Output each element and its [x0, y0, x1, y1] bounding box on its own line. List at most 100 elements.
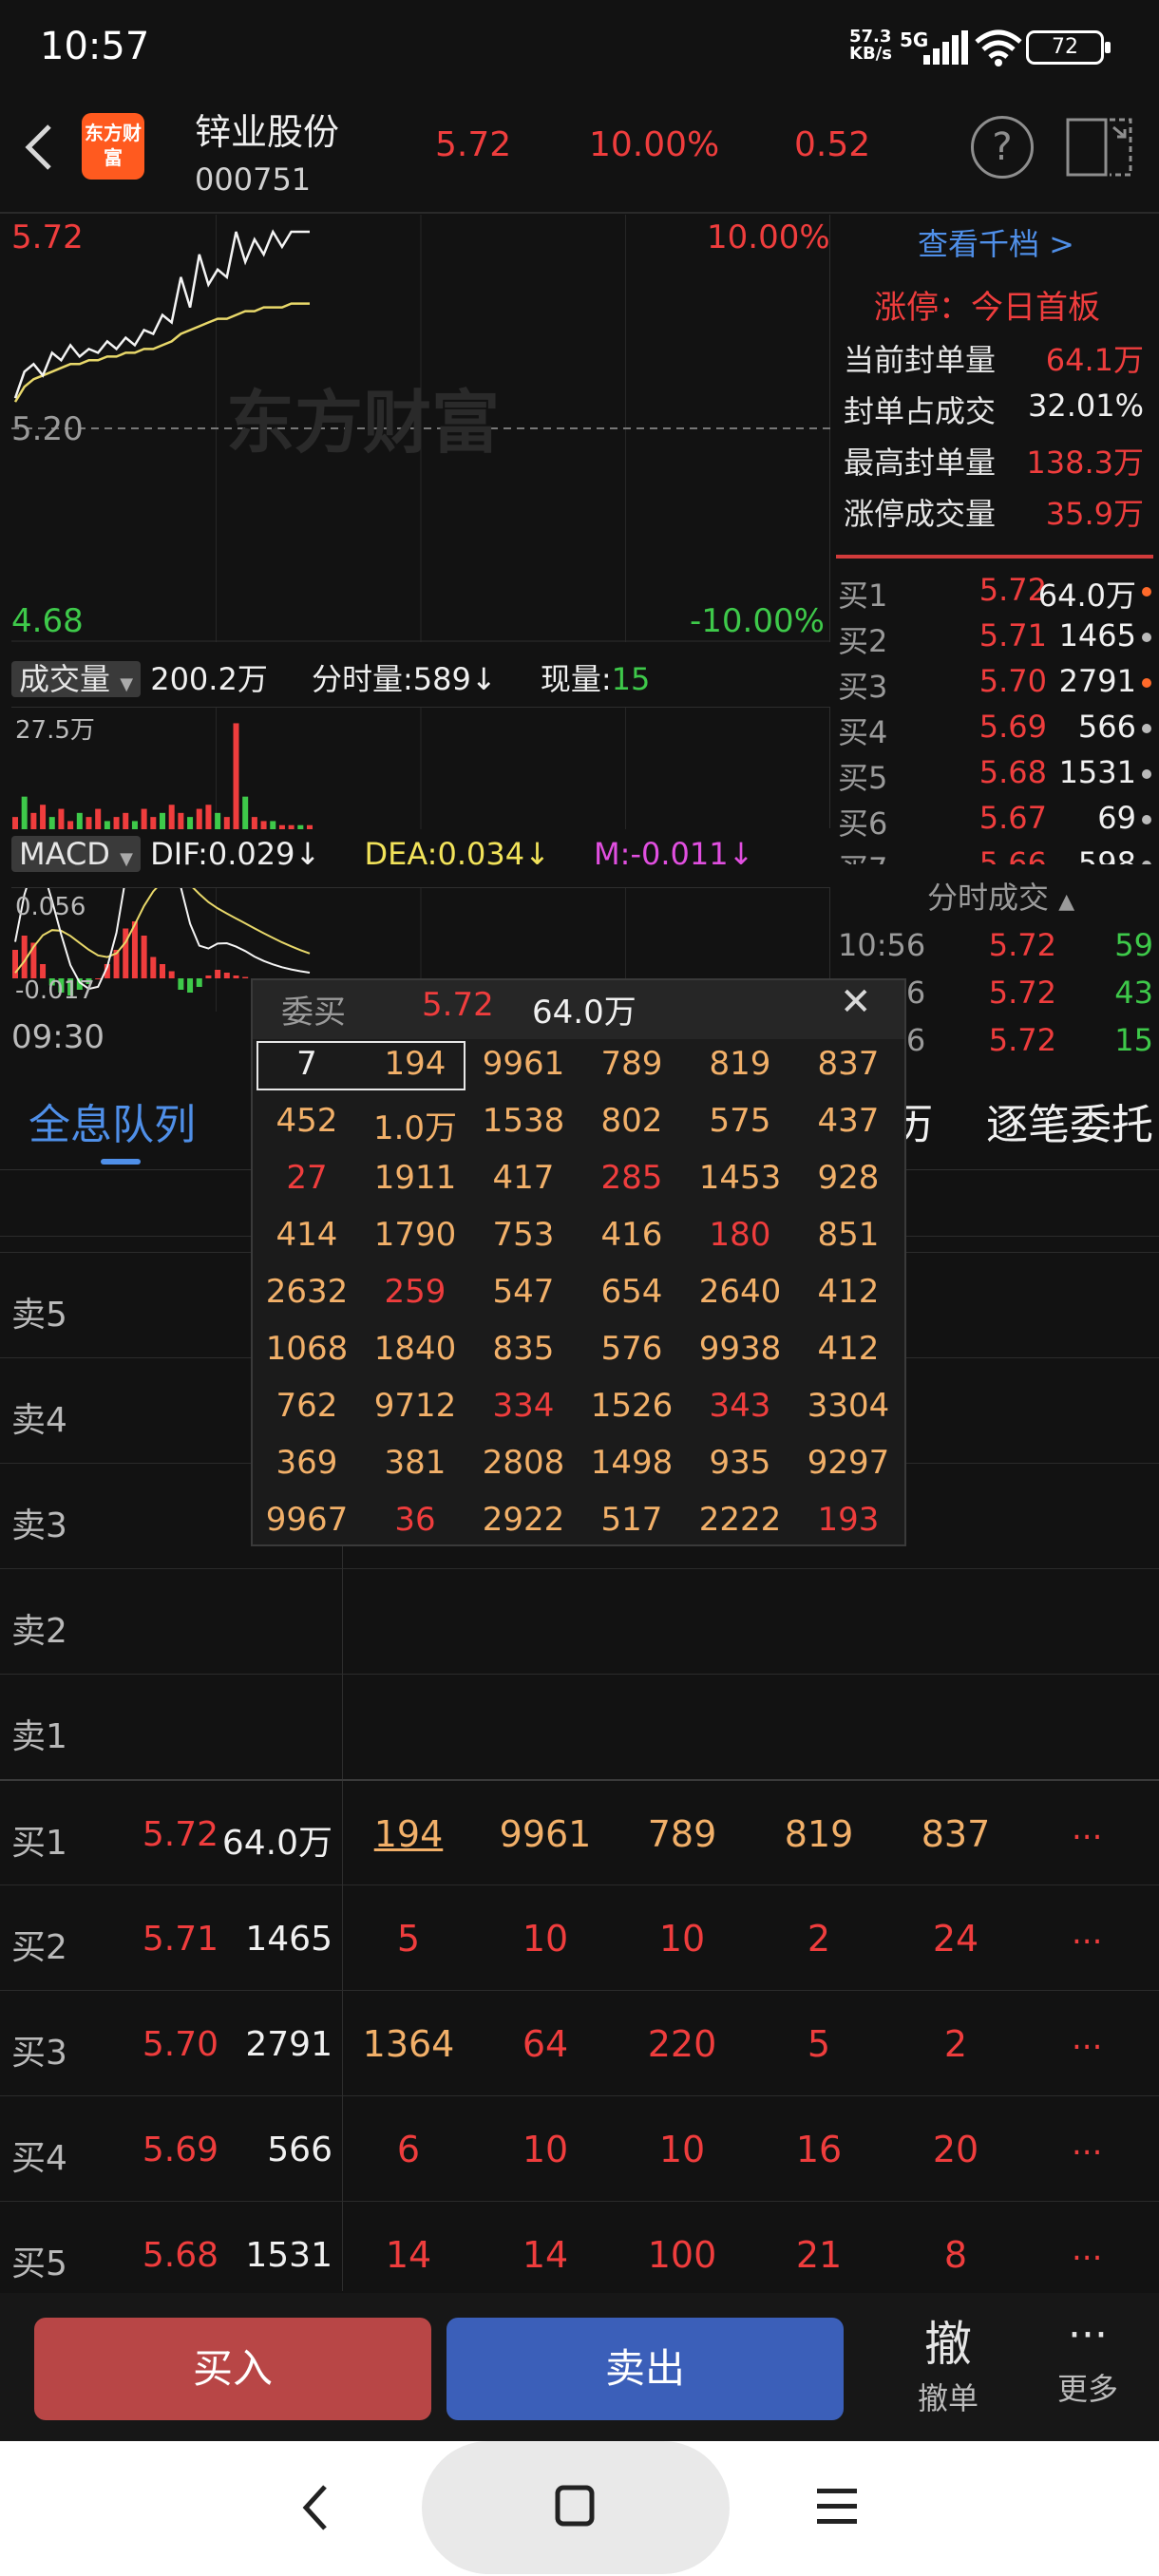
- more-dots[interactable]: ...: [1072, 1809, 1102, 1847]
- nav-menu-icon[interactable]: [815, 2487, 859, 2527]
- popup-queue-cell[interactable]: 1.0万: [361, 1102, 469, 1148]
- buy-row[interactable]: 买1 5.72 64.0万 194 9961 789 819 837...: [0, 1779, 1159, 1885]
- nav-back-icon[interactable]: [296, 2481, 334, 2534]
- queue-cell[interactable]: 2: [762, 1918, 876, 1960]
- volume-selector[interactable]: 成交量 ▼: [11, 661, 142, 697]
- view-thousand-levels-link[interactable]: 查看千档 >: [918, 220, 1074, 264]
- popup-queue-cell[interactable]: 753: [469, 1216, 578, 1254]
- popup-queue-cell[interactable]: 180: [686, 1216, 794, 1254]
- popup-queue-cell[interactable]: 343: [686, 1387, 794, 1425]
- popup-queue-cell[interactable]: 381: [361, 1444, 469, 1482]
- popup-queue-cell[interactable]: 417: [469, 1159, 578, 1197]
- popup-queue-cell[interactable]: 835: [469, 1330, 578, 1368]
- back-arrow-icon[interactable]: [19, 119, 57, 176]
- queue-cell[interactable]: 16: [762, 2129, 876, 2170]
- popup-queue-cell[interactable]: 412: [794, 1330, 902, 1368]
- tab-full-queue[interactable]: 全息队列: [28, 1090, 196, 1151]
- queue-cell[interactable]: 20: [899, 2129, 1013, 2170]
- more-dots[interactable]: ...: [1072, 2019, 1102, 2057]
- queue-cell[interactable]: 100: [625, 2234, 739, 2276]
- popup-queue-cell[interactable]: 193: [794, 1501, 902, 1539]
- popup-queue-cell[interactable]: 285: [578, 1159, 686, 1197]
- buy-row[interactable]: 买4 5.69 566 6 10 10 16 20...: [0, 2095, 1159, 2201]
- popup-queue-cell[interactable]: 1068: [253, 1330, 361, 1368]
- queue-cell[interactable]: 10: [625, 1918, 739, 1960]
- popup-queue-cell[interactable]: 2808: [469, 1444, 578, 1482]
- queue-cell[interactable]: 194: [352, 1813, 466, 1855]
- popup-queue-cell[interactable]: 935: [686, 1444, 794, 1482]
- buy-row[interactable]: 买2 5.71 1465 5 10 10 2 24...: [0, 1885, 1159, 1990]
- queue-cell[interactable]: 14: [352, 2234, 466, 2276]
- queue-cell[interactable]: 789: [625, 1813, 739, 1855]
- popup-queue-cell[interactable]: 762: [253, 1387, 361, 1425]
- queue-cell[interactable]: 5: [352, 1918, 466, 1960]
- queue-cell[interactable]: 10: [488, 2129, 602, 2170]
- popup-queue-cell[interactable]: 837: [794, 1045, 902, 1083]
- queue-cell[interactable]: 6: [352, 2129, 466, 2170]
- trades-title[interactable]: 分时成交 ▲: [927, 874, 1074, 918]
- sell-button[interactable]: 卖出: [446, 2318, 844, 2420]
- buy-row[interactable]: 买5 5.68 1531 14 14 100 21 8...: [0, 2201, 1159, 2306]
- tab-order-detail[interactable]: 逐笔委托: [986, 1090, 1159, 1151]
- popup-queue-cell[interactable]: 576: [578, 1330, 686, 1368]
- queue-cell[interactable]: 24: [899, 1918, 1013, 1960]
- popup-queue-cell[interactable]: 9938: [686, 1330, 794, 1368]
- popup-queue-cell[interactable]: 36: [361, 1501, 469, 1539]
- buy-button[interactable]: 买入: [34, 2318, 431, 2420]
- popup-queue-cell[interactable]: 414: [253, 1216, 361, 1254]
- popup-queue-cell[interactable]: 2640: [686, 1273, 794, 1311]
- queue-cell[interactable]: 14: [488, 2234, 602, 2276]
- popup-queue-cell[interactable]: 1840: [361, 1330, 469, 1368]
- queue-cell[interactable]: 10: [625, 2129, 739, 2170]
- popup-queue-cell[interactable]: 2922: [469, 1501, 578, 1539]
- cancel-order-button[interactable]: 撤 撤单: [897, 2306, 999, 2418]
- popup-queue-cell[interactable]: 452: [253, 1102, 361, 1140]
- popup-queue-cell[interactable]: 9967: [253, 1501, 361, 1539]
- popup-queue-cell[interactable]: 1453: [686, 1159, 794, 1197]
- popup-queue-cell[interactable]: 1498: [578, 1444, 686, 1482]
- popup-queue-cell[interactable]: 369: [253, 1444, 361, 1482]
- macd-selector[interactable]: MACD ▼: [11, 836, 141, 872]
- popup-queue-cell[interactable]: 789: [578, 1045, 686, 1083]
- queue-cell[interactable]: 220: [625, 2023, 739, 2065]
- popup-queue-cell[interactable]: 802: [578, 1102, 686, 1140]
- help-icon[interactable]: ?: [971, 116, 1034, 179]
- popup-queue-cell[interactable]: 9961: [469, 1045, 578, 1083]
- more-dots[interactable]: ...: [1072, 1914, 1102, 1952]
- popup-queue-cell[interactable]: 27: [253, 1159, 361, 1197]
- queue-cell[interactable]: 819: [762, 1813, 876, 1855]
- popup-queue-cell[interactable]: 517: [578, 1501, 686, 1539]
- popup-queue-cell[interactable]: 575: [686, 1102, 794, 1140]
- queue-cell[interactable]: 5: [762, 2023, 876, 2065]
- popup-queue-cell[interactable]: 259: [361, 1273, 469, 1311]
- side-panel-icon[interactable]: [1064, 116, 1134, 179]
- popup-queue-cell[interactable]: 928: [794, 1159, 902, 1197]
- popup-queue-cell[interactable]: 1538: [469, 1102, 578, 1140]
- queue-cell[interactable]: 2: [899, 2023, 1013, 2065]
- popup-queue-cell[interactable]: 654: [578, 1273, 686, 1311]
- queue-cell[interactable]: 837: [899, 1813, 1013, 1855]
- popup-queue-cell[interactable]: 547: [469, 1273, 578, 1311]
- queue-cell[interactable]: 1364: [352, 2023, 466, 2065]
- popup-queue-cell[interactable]: 416: [578, 1216, 686, 1254]
- close-icon[interactable]: ✕: [840, 980, 872, 1024]
- popup-queue-cell[interactable]: 437: [794, 1102, 902, 1140]
- nav-home-icon[interactable]: [553, 2483, 598, 2530]
- popup-queue-cell[interactable]: 1526: [578, 1387, 686, 1425]
- more-button[interactable]: ··· 更多: [1036, 2306, 1140, 2409]
- queue-cell[interactable]: 9961: [488, 1813, 602, 1855]
- popup-queue-cell[interactable]: 2632: [253, 1273, 361, 1311]
- popup-queue-cell[interactable]: 9712: [361, 1387, 469, 1425]
- more-dots[interactable]: ...: [1072, 2125, 1102, 2163]
- queue-cell[interactable]: 8: [899, 2234, 1013, 2276]
- popup-queue-cell[interactable]: 1790: [361, 1216, 469, 1254]
- popup-queue-cell[interactable]: 2222: [686, 1501, 794, 1539]
- queue-cell[interactable]: 10: [488, 1918, 602, 1960]
- popup-queue-cell[interactable]: 3304: [794, 1387, 902, 1425]
- popup-queue-cell[interactable]: 851: [794, 1216, 902, 1254]
- popup-queue-cell[interactable]: 412: [794, 1273, 902, 1311]
- popup-queue-cell[interactable]: 9297: [794, 1444, 902, 1482]
- more-dots[interactable]: ...: [1072, 2230, 1102, 2268]
- popup-queue-cell[interactable]: 819: [686, 1045, 794, 1083]
- buy-row[interactable]: 买3 5.70 2791 1364 64 220 5 2...: [0, 1990, 1159, 2095]
